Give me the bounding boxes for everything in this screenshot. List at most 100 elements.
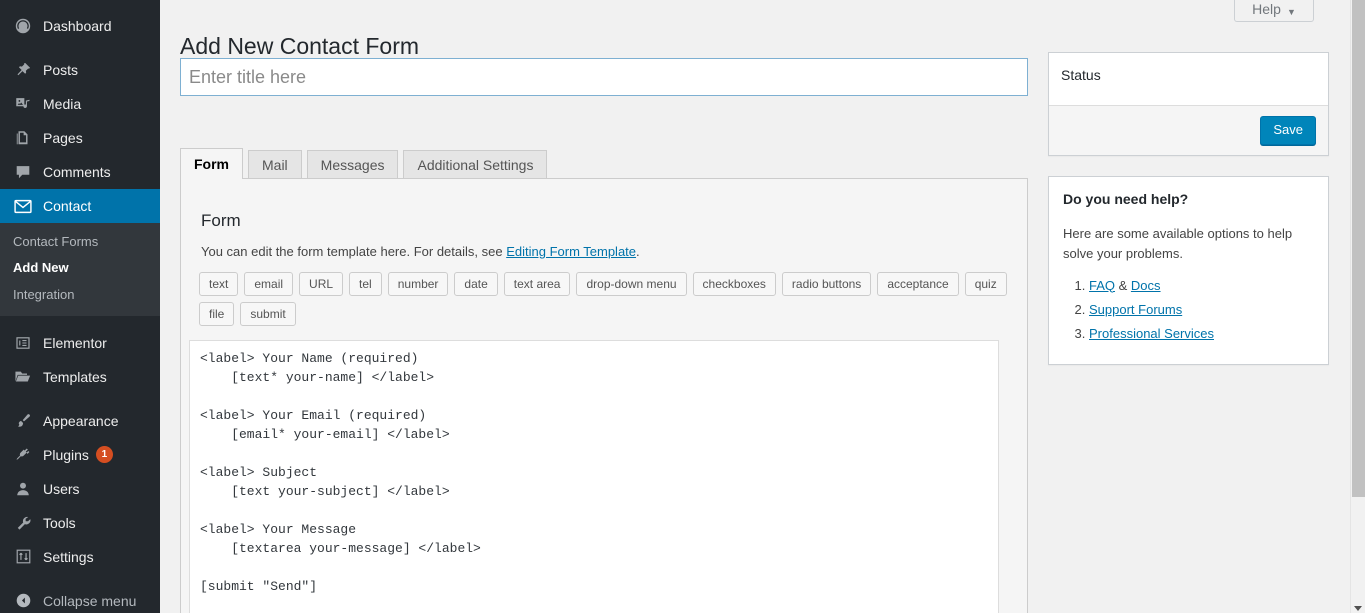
sidebar-item-posts[interactable]: Posts xyxy=(0,53,160,87)
wrench-icon xyxy=(12,513,34,533)
collapse-menu-button[interactable]: Collapse menu xyxy=(0,584,160,613)
tab-mail[interactable]: Mail xyxy=(248,150,302,179)
ampersand-text: & xyxy=(1115,277,1131,293)
save-button[interactable]: Save xyxy=(1260,116,1316,145)
help-toggle-label: Help xyxy=(1252,1,1281,17)
form-tag-buttons: text email URL tel number date text area… xyxy=(199,272,1011,326)
faq-link[interactable]: FAQ xyxy=(1089,278,1115,293)
help-metabox: Do you need help? Here are some availabl… xyxy=(1048,175,1329,365)
sidebar-item-media[interactable]: Media xyxy=(0,87,160,121)
right-sidebar: Status Save Do you need help? Here are s… xyxy=(1048,52,1329,385)
elementor-icon xyxy=(12,333,34,353)
sidebar-item-label: Plugins xyxy=(43,446,89,463)
tag-button-radio-buttons[interactable]: radio buttons xyxy=(781,272,872,296)
tag-button-tel[interactable]: tel xyxy=(349,272,382,296)
contact-submenu: Contact Forms Add New Integration xyxy=(0,223,160,316)
sidebar-item-label: Users xyxy=(43,480,80,497)
sidebar-separator-3 xyxy=(0,394,160,404)
pin-icon xyxy=(12,60,34,80)
media-icon xyxy=(12,94,34,114)
sidebar-item-label: Dashboard xyxy=(43,18,112,34)
sidebar-item-pages[interactable]: Pages xyxy=(0,121,160,155)
tab-messages[interactable]: Messages xyxy=(306,150,399,179)
main-content-area: Help ▼ Add New Contact Form Form Mail Me… xyxy=(160,0,1350,613)
sidebar-item-label: Posts xyxy=(43,62,79,78)
sidebar-top-spacer xyxy=(0,0,160,9)
help-toggle-button[interactable]: Help ▼ xyxy=(1234,0,1314,22)
docs-link[interactable]: Docs xyxy=(1131,278,1161,293)
plug-icon xyxy=(12,445,34,465)
submenu-item-add-new[interactable]: Add New xyxy=(0,255,160,281)
tag-button-acceptance[interactable]: acceptance xyxy=(877,272,959,296)
sidebar-item-label: Elementor xyxy=(43,334,107,351)
editor-tabs: Form Mail Messages Additional Settings xyxy=(180,148,552,179)
editing-form-template-link[interactable]: Editing Form Template xyxy=(506,244,636,259)
tag-button-checkboxes[interactable]: checkboxes xyxy=(692,272,776,296)
support-forums-link[interactable]: Support Forums xyxy=(1089,302,1182,317)
tag-button-number[interactable]: number xyxy=(387,272,449,296)
tab-form[interactable]: Form xyxy=(180,148,243,179)
tab-additional-settings[interactable]: Additional Settings xyxy=(403,150,548,179)
sidebar-item-settings[interactable]: Settings xyxy=(0,540,160,574)
scroll-down-arrow-icon[interactable] xyxy=(1354,606,1362,611)
sidebar-item-appearance[interactable]: Appearance xyxy=(0,404,160,438)
sidebar-item-label: Media xyxy=(43,96,82,112)
panel-heading: Form xyxy=(201,211,241,230)
submenu-item-contact-forms[interactable]: Contact Forms xyxy=(0,229,160,255)
tag-button-drop-down-menu[interactable]: drop-down menu xyxy=(576,272,687,296)
folder-icon xyxy=(12,367,34,387)
panel-description-text: You can edit the form template here. For… xyxy=(201,244,507,259)
tag-button-date[interactable]: date xyxy=(454,272,498,296)
professional-services-link[interactable]: Professional Services xyxy=(1089,326,1214,341)
sidebar-separator-4 xyxy=(0,574,160,584)
list-item: Professional Services xyxy=(1089,322,1314,346)
dashboard-icon xyxy=(12,16,34,36)
sidebar-item-users[interactable]: Users xyxy=(0,472,160,506)
help-box-body: Do you need help? Here are some availabl… xyxy=(1049,177,1328,364)
tag-button-file[interactable]: file xyxy=(199,302,235,326)
panel-description-suffix: . xyxy=(636,244,640,259)
status-metabox: Status Save xyxy=(1048,52,1329,156)
plugins-update-badge: 1 xyxy=(95,446,113,464)
sidebar-item-label: Settings xyxy=(43,548,94,565)
sidebar-item-label: Contact xyxy=(43,198,92,214)
admin-sidebar: Dashboard Posts Media Pages Comments Con… xyxy=(0,0,160,613)
submenu-item-integration[interactable]: Integration xyxy=(0,282,160,308)
list-item: Support Forums xyxy=(1089,298,1314,322)
sidebar-item-elementor[interactable]: Elementor xyxy=(0,326,160,360)
wordpress-admin-screen: Dashboard Posts Media Pages Comments Con… xyxy=(0,0,1365,613)
tag-button-text[interactable]: text xyxy=(199,272,239,296)
comments-icon xyxy=(12,162,34,182)
envelope-icon xyxy=(12,196,34,216)
paintbrush-icon xyxy=(12,411,34,431)
status-box-footer: Save xyxy=(1049,105,1328,155)
pages-icon xyxy=(12,128,34,148)
form-editor-panel: Form You can edit the form template here… xyxy=(180,178,1028,613)
page-scrollbar-thumb[interactable] xyxy=(1352,0,1365,497)
sidebar-item-plugins[interactable]: Plugins 1 xyxy=(0,438,160,472)
sidebar-item-label: Templates xyxy=(43,368,107,385)
sidebar-item-label: Pages xyxy=(43,130,83,146)
sidebar-item-tools[interactable]: Tools xyxy=(0,506,160,540)
sidebar-item-dashboard[interactable]: Dashboard xyxy=(0,9,160,43)
chevron-down-icon: ▼ xyxy=(1286,7,1296,17)
form-title-input[interactable] xyxy=(180,58,1028,96)
sidebar-item-label: Tools xyxy=(43,514,76,531)
sidebar-item-comments[interactable]: Comments xyxy=(0,155,160,189)
tag-button-email[interactable]: email xyxy=(244,272,294,296)
tag-button-url[interactable]: URL xyxy=(299,272,344,296)
help-box-title: Do you need help? xyxy=(1063,190,1189,207)
sidebar-item-label: Comments xyxy=(43,164,111,180)
tag-button-submit[interactable]: submit xyxy=(240,302,296,326)
page-scrollbar[interactable] xyxy=(1350,0,1365,613)
form-template-textarea[interactable]: <label> Your Name (required) [text* your… xyxy=(189,340,999,613)
sidebar-item-templates[interactable]: Templates xyxy=(0,360,160,394)
tag-button-quiz[interactable]: quiz xyxy=(964,272,1007,296)
sidebar-item-label: Appearance xyxy=(43,412,119,429)
panel-description: You can edit the form template here. For… xyxy=(201,244,1027,259)
tag-button-text-area[interactable]: text area xyxy=(503,272,571,296)
help-box-text: Here are some available options to help … xyxy=(1063,225,1293,261)
sidebar-item-contact[interactable]: Contact xyxy=(0,189,160,223)
help-links-list: FAQ & Docs Support Forums Professional S… xyxy=(1063,274,1314,346)
sidebar-separator-2 xyxy=(0,316,160,326)
